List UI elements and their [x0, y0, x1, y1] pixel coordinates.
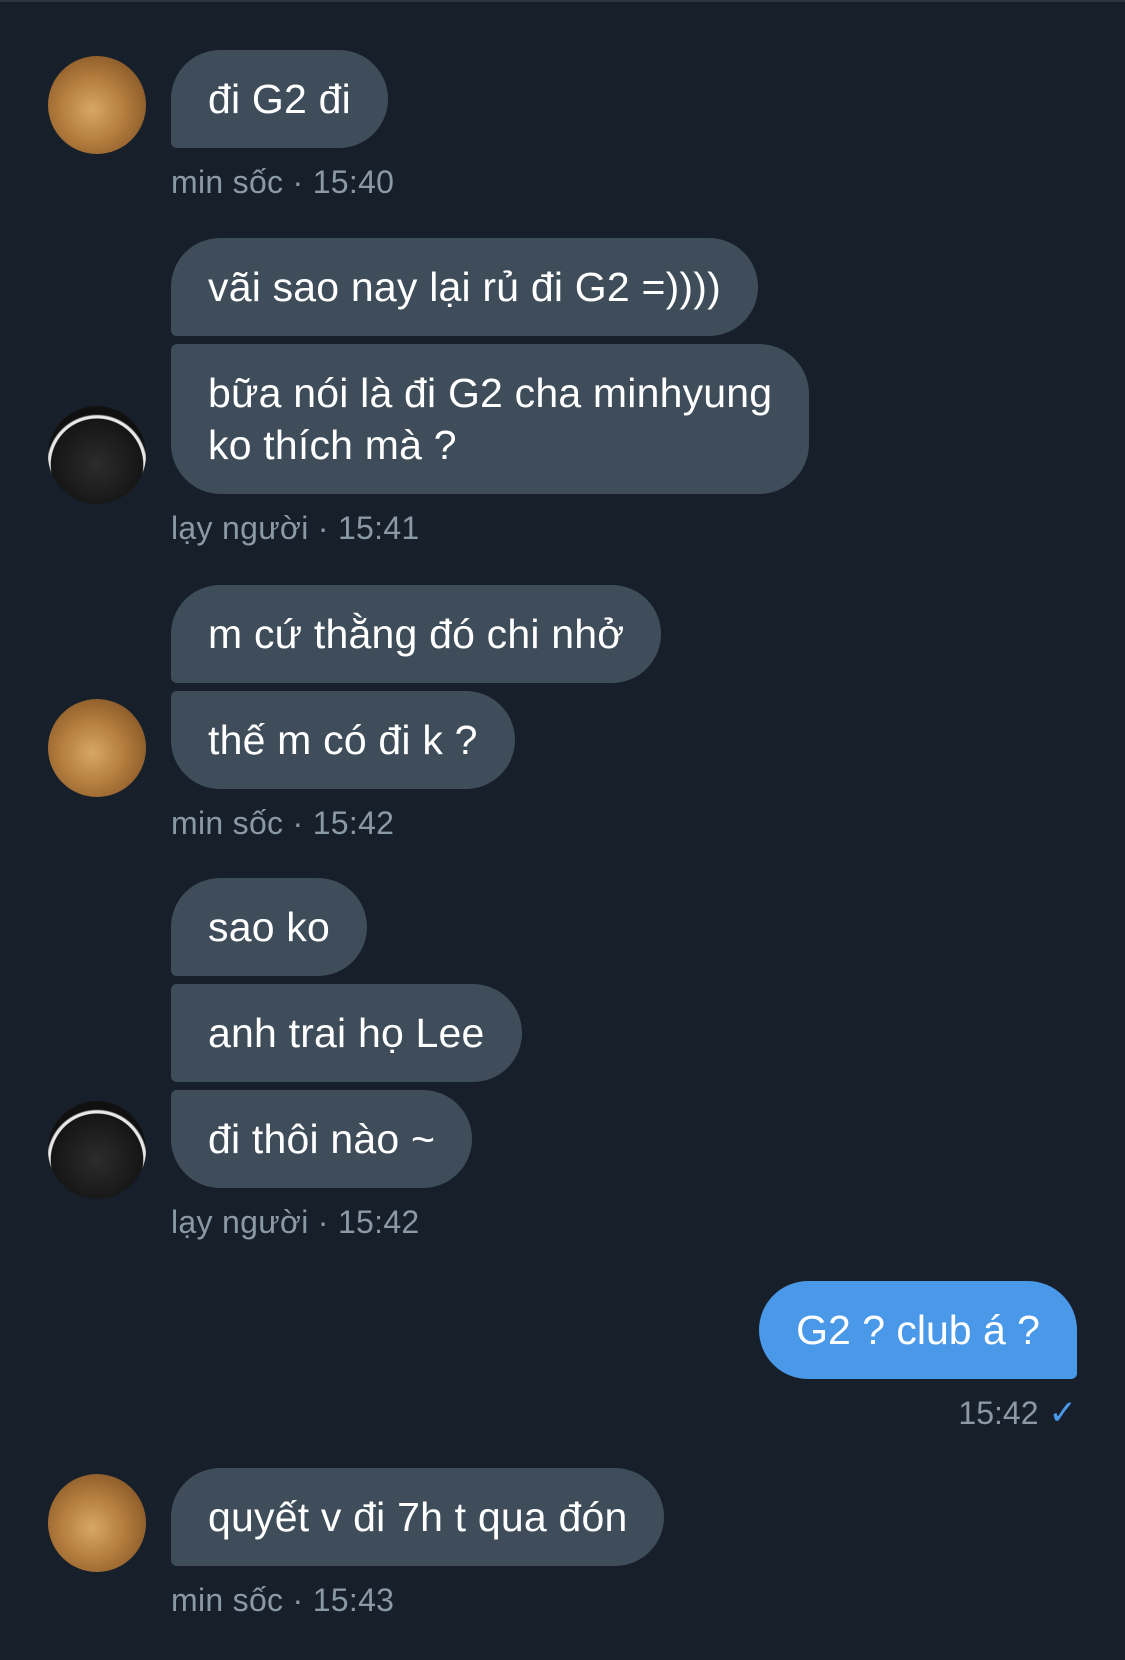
own-message-group: G2 ? club á ? 15:42 ✓	[0, 1281, 1125, 1433]
avatar[interactable]	[48, 406, 146, 504]
message-bubble[interactable]: thế m có đi k ?	[171, 691, 515, 789]
avatar[interactable]	[48, 1474, 146, 1572]
avatar[interactable]	[48, 699, 146, 797]
sender-name: min sốc	[171, 164, 284, 200]
message-bubble[interactable]: m cứ thằng đó chi nhở	[171, 585, 662, 683]
own-message-bubble[interactable]: G2 ? club á ?	[759, 1281, 1077, 1379]
message-meta: lạy người · 15:42	[171, 1204, 420, 1240]
message-group: vãi sao nay lại rủ đi G2 =)))) bữa nói l…	[0, 238, 810, 548]
message-bubble[interactable]: đi G2 đi	[171, 50, 388, 148]
message-time: 15:42	[312, 805, 395, 841]
message-time: 15:42	[337, 1204, 420, 1240]
message-meta: min sốc · 15:42	[171, 805, 395, 841]
message-time: 15:42	[958, 1395, 1039, 1431]
message-time: 15:43	[312, 1582, 395, 1618]
message-bubble[interactable]: sao ko	[171, 878, 367, 976]
message-bubble[interactable]: đi thôi nào ~	[171, 1090, 473, 1188]
message-bubble[interactable]: bữa nói là đi G2 cha minhyung ko thích mà…	[171, 344, 810, 494]
message-meta: min sốc · 15:43	[171, 1582, 395, 1618]
message-meta: lạy người · 15:41	[171, 510, 420, 546]
message-group: sao ko anh trai họ Lee đi thôi nào ~ lạy…	[0, 878, 522, 1242]
message-bubble[interactable]: vãi sao nay lại rủ đi G2 =))))	[171, 238, 758, 336]
message-time: 15:41	[337, 510, 420, 546]
sender-name: lạy người	[171, 1204, 309, 1240]
message-group: m cứ thằng đó chi nhở thế m có đi k ? mi…	[0, 585, 662, 843]
message-group: quyết v đi 7h t qua đón min sốc · 15:43	[0, 1468, 665, 1620]
message-bubble[interactable]: quyết v đi 7h t qua đón	[171, 1468, 665, 1566]
message-time: 15:40	[312, 164, 395, 200]
message-thread: đi G2 đi min sốc · 15:40 vãi sao nay lại…	[0, 0, 1125, 1660]
checkmark-icon: ✓	[1048, 1394, 1078, 1432]
message-bubble[interactable]: anh trai họ Lee	[171, 984, 522, 1082]
avatar[interactable]	[48, 56, 146, 154]
avatar[interactable]	[48, 1101, 146, 1199]
sender-name: min sốc	[171, 1582, 284, 1618]
message-meta: min sốc · 15:40	[171, 164, 395, 200]
sender-name: lạy người	[171, 510, 309, 546]
sender-name: min sốc	[171, 805, 284, 841]
message-group: đi G2 đi min sốc · 15:40	[0, 50, 394, 202]
message-meta: 15:42 ✓	[0, 1393, 1077, 1433]
